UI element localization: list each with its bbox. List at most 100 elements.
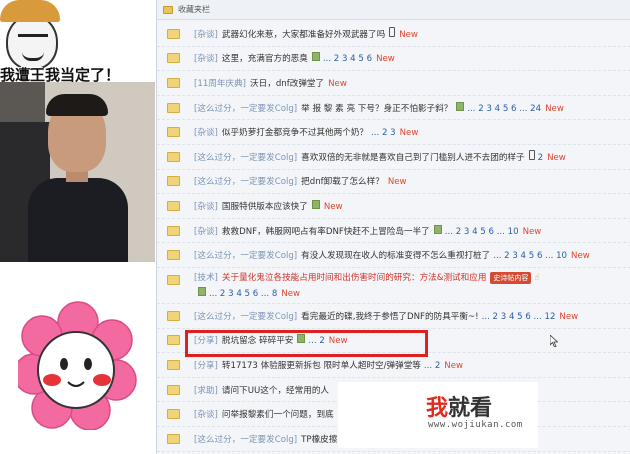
thread-doc-icon xyxy=(167,151,180,162)
thread-row[interactable]: [技术] 关于量化鬼泣各技能占用时间和出伤害时间的研究：方法&测试和应用 史诗帖内容… xyxy=(157,268,630,304)
mouse-cursor-icon xyxy=(550,335,558,347)
thread-title-link[interactable]: 把dnf卸载了怎么样？ xyxy=(301,177,384,187)
thread-row[interactable]: [杂谈] 这里，充满官方的恶臭 ... 2 3 4 5 6 New xyxy=(157,47,630,72)
mobile-post-icon xyxy=(528,150,535,161)
thread-tag[interactable]: [分享] xyxy=(194,336,218,346)
new-badge: New xyxy=(328,78,347,89)
thread-doc-icon xyxy=(167,102,180,113)
thread-doc-icon xyxy=(167,310,180,321)
image-attachment-icon xyxy=(198,286,206,296)
thread-row[interactable]: [杂谈] 武器幻化来惹，大家都准备好外观武器了吗 New xyxy=(157,22,630,47)
thread-title-link[interactable]: 这里，充满官方的恶臭 xyxy=(222,54,308,64)
thread-tag[interactable]: [这么过分，一定要发Colg] xyxy=(194,312,297,322)
new-badge: New xyxy=(571,251,590,262)
thread-doc-icon xyxy=(167,359,180,370)
thread-row[interactable]: [杂谈] 救救DNF，韩服网吧占有率DNF快赶不上冒险岛一半了 ... 2 3 4 … xyxy=(157,219,630,244)
thumbs-up-icon: ☝ xyxy=(534,272,540,283)
thread-doc-icon xyxy=(167,250,180,261)
thread-tag[interactable]: [杂谈] xyxy=(194,54,218,64)
thread-doc-icon xyxy=(167,200,180,211)
thread-doc-icon xyxy=(167,274,180,285)
thread-row[interactable]: [杂谈] 似乎奶萝打金都竞争不过其他两个奶？... 2 3 New xyxy=(157,120,630,145)
thread-tag[interactable]: [杂谈] xyxy=(194,410,218,420)
thread-row[interactable]: [分享] 脱坑留念 碎碎平安 ... 2 New xyxy=(157,329,630,354)
thread-title-link[interactable]: 喜欢双倍的无非就是喜欢自己到了门槛别人进不去团的样子 xyxy=(301,153,524,163)
thread-title-link[interactable]: 救救DNF，韩服网吧占有率DNF快赶不上冒险岛一半了 xyxy=(222,227,430,237)
thread-page-links[interactable]: ... 2 3 4 5 6 ... 10 xyxy=(493,251,567,261)
thread-title-link[interactable]: 脱坑留念 碎碎平安 xyxy=(222,336,293,346)
thread-page-links[interactable]: 2 xyxy=(538,153,543,163)
meme-face xyxy=(6,14,58,70)
mobile-post-icon xyxy=(389,27,396,38)
thread-row[interactable]: [这么过分，一定要发Colg] 把dnf卸载了怎么样？ New xyxy=(157,170,630,195)
thread-doc-icon xyxy=(167,77,180,88)
thread-page-links[interactable]: ... 2 3 4 5 6 ... 8 xyxy=(209,289,277,299)
thread-row[interactable]: [11周年庆典] 沃日，dnf改弹堂了 New xyxy=(157,71,630,96)
image-attachment-icon xyxy=(297,334,306,344)
new-badge: New xyxy=(399,30,418,41)
straw-hat xyxy=(0,0,60,22)
new-badge: New xyxy=(399,128,419,139)
thread-tag[interactable]: [杂谈] xyxy=(194,128,218,138)
thread-page-links[interactable]: ... 2 3 xyxy=(371,128,396,138)
image-attachment-icon xyxy=(433,224,442,234)
thread-tag[interactable]: [这么过分，一定要发Colg] xyxy=(194,177,297,187)
thread-tag[interactable]: [11周年庆典] xyxy=(194,79,246,89)
thread-tag[interactable]: [求助] xyxy=(194,386,218,396)
thread-title-link[interactable]: 武器幻化来惹，大家都准备好外观武器了吗 xyxy=(222,30,385,40)
thread-tag[interactable]: [这么过分，一定要发Colg] xyxy=(194,153,297,163)
thread-page-links[interactable]: ... 2 3 4 5 6 ... 10 xyxy=(445,227,519,237)
thread-title-link[interactable]: 国服特供版本应该快了 xyxy=(222,202,308,212)
thread-title-link[interactable]: 有没人发现现在收人的标准变得不怎么重视打桩了 xyxy=(301,251,490,261)
thread-title-link[interactable]: TP橡皮擦 xyxy=(301,435,337,445)
thread-title-link[interactable]: 关于量化鬼泣各技能占用时间和出伤害时间的研究：方法&测试和应用 xyxy=(222,273,487,283)
streamer-body xyxy=(28,178,128,262)
thread-row[interactable]: [这么过分，一定要发Colg] 喜欢双倍的无非就是喜欢自己到了门槛别人进不去团的样… xyxy=(157,145,630,170)
thread-tag[interactable]: [分享] xyxy=(194,361,218,371)
webcam-feed xyxy=(0,82,155,262)
thread-page-links[interactable]: ... 2 xyxy=(424,361,440,371)
thread-row[interactable]: [这么过分，一定要发Colg] 有没人发现现在收人的标准变得不怎么重视打桩了...… xyxy=(157,243,630,268)
thread-page-links[interactable]: ... 2 xyxy=(308,336,324,346)
thread-doc-icon xyxy=(167,225,180,236)
favorites-label: 收藏夹栏 xyxy=(178,5,210,14)
thread-tag[interactable]: [这么过分，一定要发Colg] xyxy=(194,435,297,445)
thread-tag[interactable]: [这么过分，一定要发Colg] xyxy=(194,251,297,261)
thread-row[interactable]: [分享] 转17173 体验服更新拆包 限时单人超时空/弹弹堂等... 2 New xyxy=(157,353,630,378)
favorites-bar[interactable]: 收藏夹栏 xyxy=(157,0,630,20)
thread-doc-icon xyxy=(167,53,180,64)
thread-page-links[interactable]: ... 2 3 4 5 6 ... 12 xyxy=(482,312,556,322)
thread-row[interactable]: [这么过分，一定要发Colg] 举 报 黎 素 亮 下号？身正不怕影子斜？ ... … xyxy=(157,96,630,121)
thread-doc-icon xyxy=(167,384,180,395)
thread-doc-icon xyxy=(167,127,180,138)
thread-page-links[interactable]: ... 2 3 4 5 6 xyxy=(323,54,372,64)
thread-doc-icon xyxy=(167,433,180,444)
new-badge: New xyxy=(376,54,395,65)
thread-tag[interactable]: [杂谈] xyxy=(194,30,218,40)
thread-title-link[interactable]: 沃日，dnf改弹堂了 xyxy=(250,79,324,89)
new-badge: New xyxy=(545,103,564,114)
new-badge: New xyxy=(328,336,348,347)
thread-tag[interactable]: [这么过分，一定要发Colg] xyxy=(194,104,297,114)
flower-sticker xyxy=(18,301,137,430)
image-attachment-icon xyxy=(311,199,320,209)
thread-title-link[interactable]: 转17173 体验服更新拆包 限时单人超时空/弹弹堂等 xyxy=(222,361,421,371)
thread-row[interactable]: [杂谈] 国服特供版本应该快了 New xyxy=(157,194,630,219)
new-badge: New xyxy=(559,311,579,322)
thread-page-links[interactable]: ... 2 3 4 5 6 ... 24 xyxy=(467,104,541,114)
thread-tag[interactable]: [技术] xyxy=(194,273,218,283)
thread-title-link[interactable]: 问举报黎素们一个问题，到底 xyxy=(222,410,334,420)
thread-title-link[interactable]: 举 报 黎 素 亮 下号？身正不怕影子斜？ xyxy=(301,104,452,114)
thread-tag[interactable]: [杂谈] xyxy=(194,227,218,237)
thread-title-link[interactable]: 请问下UU这个，经常用的人 xyxy=(222,386,329,396)
new-badge: New xyxy=(281,288,301,299)
thread-title-link[interactable]: 看完最近的碟,我终于参悟了DNF的防具平衡~! xyxy=(301,312,478,322)
thread-tag[interactable]: [杂谈] xyxy=(194,202,218,212)
thread-row[interactable]: [这么过分，一定要发Colg] 看完最近的碟,我终于参悟了DNF的防具平衡~!..… xyxy=(157,304,630,329)
thread-title-link[interactable]: 似乎奶萝打金都竞争不过其他两个奶？ xyxy=(222,128,368,138)
new-badge: New xyxy=(387,177,407,188)
image-attachment-icon xyxy=(311,52,320,62)
site-watermark: 我就看 www.wojiukan.com xyxy=(338,382,538,448)
new-badge: New xyxy=(444,360,464,371)
thread-doc-icon xyxy=(167,28,180,39)
